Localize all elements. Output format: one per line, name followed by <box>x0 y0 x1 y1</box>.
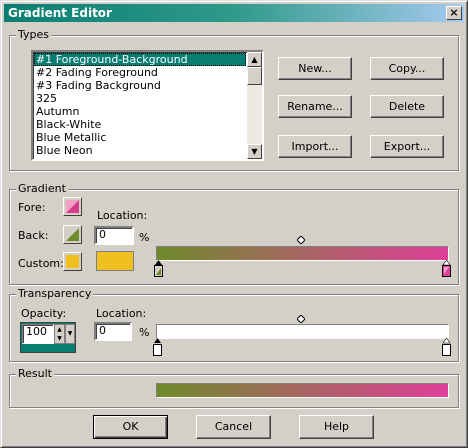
transparency-percent-label: % <box>139 326 150 339</box>
title-bar: Gradient Editor × <box>4 4 464 22</box>
list-item[interactable]: 325 <box>34 92 246 105</box>
result-preview-bar <box>156 383 449 398</box>
opacity-spin-buttons[interactable]: ▲ ▼ <box>54 324 65 344</box>
gradient-percent-label: % <box>139 231 150 244</box>
rename-button[interactable]: Rename... <box>278 95 352 118</box>
list-item[interactable]: Blue Neon <box>34 144 246 157</box>
transparency-location-label: Location: <box>96 307 147 320</box>
help-button[interactable]: Help <box>299 415 374 439</box>
gradient-start-stop[interactable] <box>154 260 163 277</box>
scroll-thumb[interactable] <box>247 67 262 85</box>
gradient-group-label: Gradient <box>16 182 68 196</box>
opacity-input[interactable]: 100 <box>22 324 54 344</box>
spin-down-icon[interactable]: ▼ <box>55 334 64 343</box>
import-button[interactable]: Import... <box>278 135 352 158</box>
back-color-icon <box>66 228 79 241</box>
delete-button[interactable]: Delete <box>370 95 444 118</box>
custom-color-preview[interactable] <box>96 251 134 271</box>
cancel-button[interactable]: Cancel <box>196 415 271 439</box>
list-item[interactable]: Autumn <box>34 105 246 118</box>
list-item[interactable]: #1 Foreground-Background <box>34 53 246 66</box>
list-item[interactable]: Blue Metallic <box>34 131 246 144</box>
copy-button[interactable]: Copy... <box>370 57 444 80</box>
custom-color-swatch <box>66 255 79 268</box>
gradient-editor-dialog: Gradient Editor × Types #1 Foreground-Ba… <box>0 0 468 448</box>
transparency-group-label: Transparency <box>16 287 94 301</box>
transparency-midpoint-marker[interactable] <box>297 315 305 323</box>
fore-color-icon <box>66 200 79 213</box>
types-group-label: Types <box>16 28 51 42</box>
scroll-down-button[interactable]: ▼ <box>247 144 262 159</box>
transparency-location-input[interactable]: 0 <box>94 322 132 341</box>
back-label: Back: <box>18 229 49 242</box>
result-group-label: Result <box>16 367 54 381</box>
transparency-end-stop[interactable] <box>442 338 451 357</box>
custom-color-button[interactable] <box>63 252 82 271</box>
list-item[interactable]: Chrome Reflect <box>34 157 246 159</box>
gradient-types-list[interactable]: #1 Foreground-Background #2 Fading Foregr… <box>31 50 264 161</box>
gradient-location-input[interactable]: 0 <box>94 226 134 245</box>
list-item[interactable]: Black-White <box>34 118 246 131</box>
gradient-bar[interactable] <box>156 246 449 261</box>
gradient-end-stop[interactable] <box>442 260 451 277</box>
fore-label: Fore: <box>18 201 46 214</box>
scroll-up-button[interactable]: ▲ <box>247 52 262 67</box>
close-button[interactable]: × <box>446 6 462 20</box>
window-title: Gradient Editor <box>8 6 112 20</box>
export-button[interactable]: Export... <box>370 135 444 158</box>
gradient-midpoint-marker[interactable] <box>297 236 305 244</box>
transparency-bar[interactable] <box>156 324 449 339</box>
back-color-button[interactable] <box>63 225 82 244</box>
custom-label: Custom: <box>18 257 64 270</box>
new-button[interactable]: New... <box>278 57 352 80</box>
list-item[interactable]: #3 Fading Background <box>34 79 246 92</box>
fore-color-button[interactable] <box>63 197 82 216</box>
spin-up-icon[interactable]: ▲ <box>55 325 64 334</box>
ok-button[interactable]: OK <box>93 415 168 439</box>
opacity-dropdown-button[interactable]: ▼ <box>65 324 75 344</box>
list-scrollbar[interactable]: ▲ ▼ <box>247 52 262 159</box>
opacity-label: Opacity: <box>21 307 67 320</box>
transparency-start-stop[interactable] <box>153 338 162 357</box>
gradient-location-label: Location: <box>97 209 148 222</box>
opacity-spinner[interactable]: 100 ▲ ▼ ▼ <box>20 322 76 353</box>
list-item[interactable]: #2 Fading Foreground <box>34 66 246 79</box>
